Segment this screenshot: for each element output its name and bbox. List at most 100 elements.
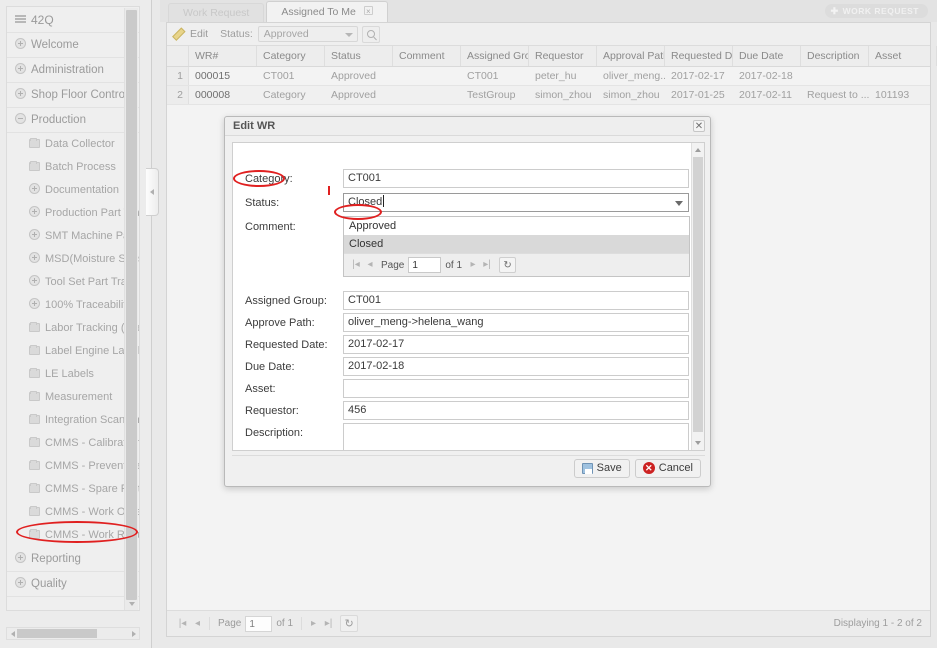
grid-column-header[interactable]: Description — [801, 46, 869, 66]
sidebar-item-measurement[interactable]: Measurement — [7, 386, 139, 409]
field-input-due-date[interactable]: 2017-02-18 — [343, 357, 689, 376]
field-input-asset[interactable] — [343, 379, 689, 398]
grid-column-header[interactable]: Requested Da — [665, 46, 733, 66]
sidebar-item-cmms-work-request[interactable]: CMMS - Work Request — [7, 524, 139, 547]
grid-header-row: WR#CategoryStatusCommentAssigned GrouReq… — [167, 46, 937, 67]
work-request-button-label: WORK REQUEST — [842, 6, 919, 16]
grid-column-header[interactable]: Assigned Grou — [461, 46, 529, 66]
sidebar-item-tool-set-part-traceabilit[interactable]: Tool Set Part Traceabilit — [7, 271, 139, 294]
dropdown-option[interactable]: Approved — [344, 217, 689, 235]
dropdown-last-button[interactable]: ▸| — [480, 258, 494, 272]
table-row[interactable]: 2 000008 Category Approved TestGroup simon_zh… — [167, 86, 930, 105]
plus-circle-icon — [15, 38, 26, 49]
sidebar-item-shop-floor-control[interactable]: Shop Floor Control — [7, 83, 139, 108]
prev-page-icon: ◂ — [194, 617, 201, 629]
chevron-down-icon[interactable] — [675, 201, 683, 206]
sidebar-item-welcome[interactable]: Welcome — [7, 33, 139, 58]
sidebar-item-100-traceability[interactable]: 100% Traceability — [7, 294, 139, 317]
description-textarea[interactable] — [343, 423, 689, 450]
sidebar-vertical-scrollbar[interactable] — [124, 8, 138, 610]
sidebar-item-le-labels[interactable]: LE Labels — [7, 363, 139, 386]
table-cell-status: Approved — [331, 70, 376, 82]
grid-column-header[interactable]: Category — [257, 46, 325, 66]
cancel-button[interactable]: ✕ Cancel — [634, 458, 701, 478]
tab-work-request[interactable]: Work Request — [168, 3, 265, 22]
grid-column-header[interactable]: Asset — [869, 46, 937, 66]
dropdown-first-button[interactable]: |◂ — [349, 258, 363, 272]
sidebar-item-reporting[interactable]: Reporting — [7, 547, 139, 572]
sidebar-scroll-thumb[interactable] — [126, 10, 137, 600]
sidebar-horizontal-scrollbar[interactable] — [6, 627, 140, 640]
scroll-right-button[interactable] — [128, 628, 139, 639]
grid-column-header[interactable]: Approval Path — [597, 46, 665, 66]
sidebar-item-production-part-traceab[interactable]: Production Part Traceab — [7, 202, 139, 225]
sidebar-item-batch-process[interactable]: Batch Process — [7, 156, 139, 179]
grid-column-header[interactable]: Comment — [393, 46, 461, 66]
pager-refresh-button[interactable]: ↻ — [340, 615, 359, 632]
next-page-icon: ▸ — [470, 259, 476, 270]
dialog-scroll-thumb[interactable] — [693, 157, 703, 432]
grid-column-header[interactable]: Status — [325, 46, 393, 66]
next-page-icon: ▸ — [311, 617, 317, 629]
dialog-scrollbar[interactable] — [691, 143, 704, 450]
sidebar-item-documentation[interactable]: Documentation — [7, 179, 139, 202]
sidebar-hscroll-thumb[interactable] — [17, 629, 97, 638]
dialog-title-bar[interactable]: Edit WR ✕ — [225, 117, 710, 136]
table-cell-assigned-group: CT001 — [467, 70, 499, 82]
grid-column-header[interactable]: Due Date — [733, 46, 801, 66]
scroll-down-button[interactable] — [692, 437, 704, 449]
chevron-down-icon — [128, 602, 135, 606]
sidebar-item-cmms-spare-parts[interactable]: CMMS - Spare Parts — [7, 478, 139, 501]
form-row: Approve Path: oliver_meng->helena_wang — [233, 313, 691, 335]
dropdown-refresh-button[interactable]: ↻ — [499, 257, 517, 273]
sidebar-scroll-down-button[interactable] — [126, 598, 137, 610]
work-request-button[interactable]: ✚ WORK REQUEST — [824, 4, 928, 18]
field-input-assigned-group[interactable]: CT001 — [343, 291, 689, 310]
grid-column-header[interactable]: WR# — [189, 46, 257, 66]
close-icon[interactable]: × — [363, 6, 373, 16]
pager-next-button[interactable]: ▸ — [306, 616, 321, 631]
sidebar-item-administration[interactable]: Administration — [7, 58, 139, 83]
sidebar-item-cmms-calibration[interactable]: CMMS - Calibration — [7, 432, 139, 455]
pager-first-button[interactable]: |◂ — [175, 616, 190, 631]
field-input-status[interactable]: Closed — [343, 193, 689, 212]
sidebar-item-integration-scanning[interactable]: Integration Scanning — [7, 409, 139, 432]
edit-button[interactable]: Edit — [173, 28, 214, 40]
sidebar-nav-list: 42Q Welcome Administration Shop Floor Cont… — [6, 6, 140, 611]
field-input-requestor[interactable]: 456 — [343, 401, 689, 420]
dropdown-option[interactable]: Closed — [344, 235, 689, 253]
grid-column-header[interactable] — [167, 46, 189, 66]
grid-toolbar: Edit Status: Approved — [167, 23, 930, 46]
sidebar-item-data-collector[interactable]: Data Collector — [7, 133, 139, 156]
sidebar-item-smt-machine-part-trace[interactable]: SMT Machine Part Trace — [7, 225, 139, 248]
table-cell-requestor: simon_zhou — [535, 89, 592, 101]
pager-prev-button[interactable]: ◂ — [190, 616, 205, 631]
save-button[interactable]: Save — [573, 458, 630, 478]
sidebar-item-cmms-preventive-maint[interactable]: CMMS - Preventive Maint — [7, 455, 139, 478]
status-filter-select[interactable]: Approved — [257, 26, 358, 42]
grid-column-header[interactable]: Requestor — [529, 46, 597, 66]
field-input-approve-path[interactable]: oliver_meng->helena_wang — [343, 313, 689, 332]
sidebar-collapse-handle[interactable] — [146, 168, 159, 216]
sidebar-item-label-engine-labels[interactable]: Label Engine Labels — [7, 340, 139, 363]
table-row[interactable]: 1 000015 CT001 Approved CT001 peter_hu oliver_… — [167, 67, 930, 86]
dropdown-prev-button[interactable]: ◂ — [363, 258, 377, 272]
tab-assigned-to-me[interactable]: Assigned To Me × — [266, 1, 388, 22]
sidebar-item-production[interactable]: Production — [7, 108, 139, 133]
search-button[interactable] — [361, 25, 380, 43]
pager-last-button[interactable]: ▸| — [321, 616, 336, 631]
sidebar-item-msd-moisture-sensitive-d[interactable]: MSD(Moisture Sensitive D — [7, 248, 139, 271]
pager-page-input[interactable]: 1 — [245, 615, 273, 632]
sidebar-item-cmms-work-order[interactable]: CMMS - Work Order — [7, 501, 139, 524]
sidebar-item-quality[interactable]: Quality — [7, 572, 139, 597]
scroll-up-button[interactable] — [692, 144, 704, 156]
dropdown-page-input[interactable]: 1 — [408, 257, 442, 273]
field-input-category[interactable]: CT001 — [343, 169, 689, 188]
field-input-requested-date[interactable]: 2017-02-17 — [343, 335, 689, 354]
folder-icon — [29, 161, 40, 171]
dropdown-next-button[interactable]: ▸ — [466, 258, 480, 272]
sidebar-item-labor-tracking-operatio[interactable]: Labor Tracking (operatio — [7, 317, 139, 340]
close-icon[interactable]: ✕ — [693, 120, 705, 132]
table-cell-requestor: peter_hu — [535, 70, 577, 82]
sidebar-item-label: Data Collector — [45, 138, 115, 150]
